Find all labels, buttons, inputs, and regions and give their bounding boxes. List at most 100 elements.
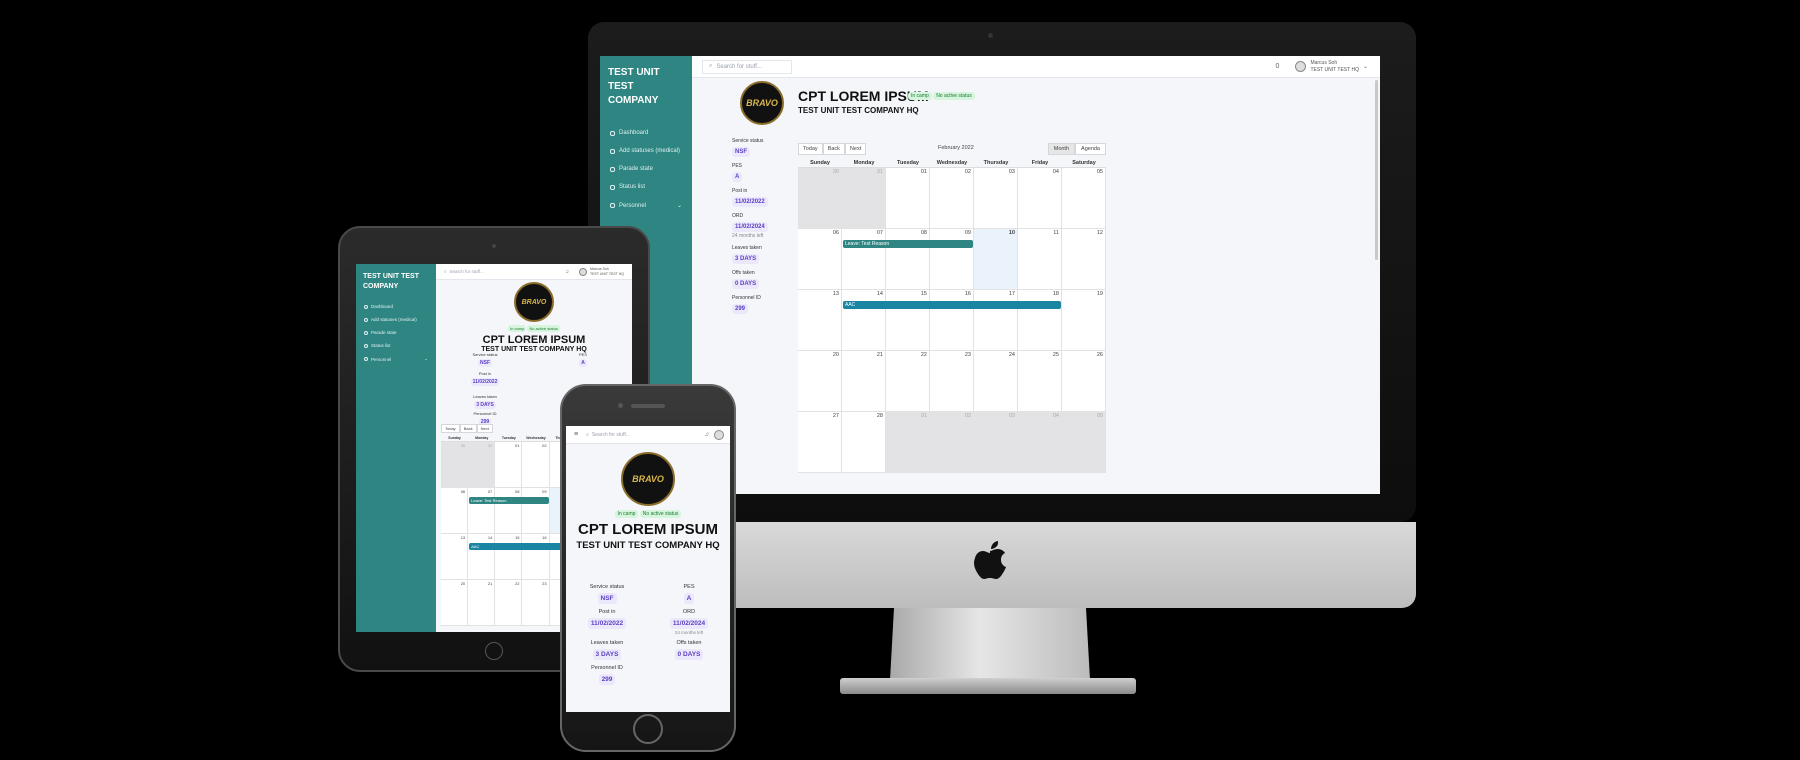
calendar-day-cell[interactable]: 09 (930, 229, 974, 289)
nav-dashboard[interactable]: Dashboard (600, 124, 692, 142)
calendar-day-cell[interactable]: 15 (886, 290, 930, 350)
calendar-day-cell[interactable]: 01 (886, 168, 930, 228)
nav-add-statuses[interactable]: Add statuses (medical) (356, 313, 436, 326)
search-box[interactable]: ⌕ Search for stuff... (444, 269, 484, 274)
calendar-day-cell[interactable]: 23 (522, 580, 550, 625)
notification-count[interactable]: 0 (1276, 63, 1280, 70)
user-info[interactable]: Marcus Soh TEST UNIT TEST HQ (590, 267, 624, 277)
calendar-day-cell[interactable]: 16 (930, 290, 974, 350)
calendar-day-cell[interactable]: 31 (842, 168, 886, 228)
calendar-day-cell[interactable]: 04 (1018, 168, 1062, 228)
back-button[interactable]: Back (459, 424, 477, 433)
bell-icon[interactable]: ♫ (705, 432, 710, 438)
calendar-day-cell[interactable]: 04 (1018, 412, 1062, 472)
calendar-day-cell[interactable]: 13 (798, 290, 842, 350)
calendar-day-cell[interactable]: 02 (522, 442, 550, 487)
calendar-day-cell[interactable]: 02 (930, 412, 974, 472)
device-mockup-stage: TEST UNIT TEST COMPANY Dashboard Add sta… (0, 0, 1800, 760)
menu-icon[interactable]: ≡ (574, 431, 578, 438)
calendar-day-cell[interactable]: 02 (930, 168, 974, 228)
calendar-day-cell[interactable]: 03 (974, 168, 1018, 228)
calendar-day-cell[interactable]: 07 (468, 488, 496, 533)
badge-status: No active status (527, 325, 560, 332)
next-button[interactable]: Next (844, 143, 867, 155)
calendar-day-cell[interactable]: 26 (1062, 351, 1106, 411)
calendar-day-cell[interactable]: 01 (886, 412, 930, 472)
list-icon (610, 184, 615, 190)
chevron-down-icon[interactable]: ⌄ (1363, 63, 1368, 70)
agenda-view-button[interactable]: Agenda (1075, 143, 1106, 155)
nav-add-statuses[interactable]: Add statuses (medical) (600, 142, 692, 160)
calendar-day-cell[interactable]: 22 (495, 580, 523, 625)
today-button[interactable]: Today (798, 143, 823, 155)
calendar-day-cell[interactable]: 05 (1062, 168, 1106, 228)
calendar-day-cell[interactable]: 21 (842, 351, 886, 411)
search-box[interactable]: ⌕ Search for stuff... (702, 59, 792, 74)
clipboard-icon (364, 330, 368, 335)
calendar-day-cell[interactable]: 15 (495, 534, 523, 579)
calendar-day-cell[interactable]: 25 (1018, 351, 1062, 411)
user-avatar-icon[interactable] (714, 429, 724, 440)
back-button[interactable]: Back (822, 143, 845, 155)
calendar-day-cell[interactable]: 07 (842, 229, 886, 289)
calendar-day-cell[interactable]: 06 (441, 488, 469, 533)
nav-parade-state[interactable]: Parade state (600, 160, 692, 178)
imac-stand-foot (840, 678, 1136, 694)
bell-icon[interactable]: ♫ (565, 269, 569, 275)
event-leave[interactable]: Leave: Test Reason (843, 239, 973, 248)
list-icon (364, 343, 368, 348)
event-aac[interactable]: AAC (843, 300, 1061, 309)
calendar-day-cell[interactable]: 11 (1018, 229, 1062, 289)
nav-personnel[interactable]: Personnel ⌄ (600, 196, 692, 215)
weekday-label: Tuesday (897, 160, 919, 166)
calendar-day-cell[interactable]: 14 (468, 534, 496, 579)
event-leave[interactable]: Leave: Test Reason (469, 497, 549, 504)
today-button[interactable]: Today (441, 424, 460, 433)
calendar-day-cell[interactable]: 30 (798, 168, 842, 228)
calendar-day-cell[interactable]: 28 (842, 412, 886, 472)
calendar-day-cell[interactable]: 01 (495, 442, 523, 487)
calendar-day-cell[interactable]: 23 (930, 351, 974, 411)
nav-status-list[interactable]: Status list (356, 339, 436, 352)
calendar-day-cell[interactable]: 21 (468, 580, 496, 625)
calendar-day-cell[interactable]: 24 (974, 351, 1018, 411)
calendar-day-cell[interactable]: 20 (798, 351, 842, 411)
calendar-day-cell[interactable]: 18 (1018, 290, 1062, 350)
nav-label: Personnel (619, 202, 647, 209)
nav-personnel[interactable]: Personnel ⌄ (356, 352, 436, 366)
calendar-day-cell[interactable]: 12 (1062, 229, 1106, 289)
calendar-day-cell[interactable]: 08 (495, 488, 523, 533)
calendar-day-cell[interactable]: 22 (886, 351, 930, 411)
calendar-day-cell[interactable]: 17 (974, 290, 1018, 350)
scrollbar[interactable] (1375, 80, 1378, 260)
calendar-day-cell[interactable]: 27 (798, 412, 842, 472)
search-input[interactable]: Search for stuff... (592, 432, 630, 438)
user-info[interactable]: Marcus Soh TEST UNIT TEST HQ (1310, 60, 1359, 74)
calendar-day-cell[interactable]: 31 (468, 442, 496, 487)
calendar-day-cell[interactable]: 19 (1062, 290, 1106, 350)
search-input[interactable]: Search for stuff... (450, 269, 484, 274)
nav-dashboard[interactable]: Dashboard (356, 300, 436, 313)
calendar-day-cell[interactable]: 13 (441, 534, 469, 579)
calendar-day-cell[interactable]: 09 (522, 488, 550, 533)
calendar-day-cell[interactable]: 08 (886, 229, 930, 289)
calendar-week-row: 30310102030405 (798, 168, 1106, 229)
calendar-day-cell[interactable]: 16 (522, 534, 550, 579)
month-view-button[interactable]: Month (1047, 143, 1076, 155)
calendar-day-cell[interactable]: 30 (441, 442, 469, 487)
search-input[interactable]: Search for stuff... (716, 64, 762, 70)
calendar-day-cell[interactable]: 05 (1062, 412, 1106, 472)
calendar-day-cell[interactable]: 20 (441, 580, 469, 625)
search-box[interactable]: ⌕ Search for stuff... (586, 432, 630, 438)
user-avatar-icon[interactable] (1295, 61, 1307, 72)
nav-parade-state[interactable]: Parade state (356, 326, 436, 339)
sidebar: TEST UNIT TEST COMPANY Dashboard Add sta… (356, 264, 436, 632)
next-button[interactable]: Next (476, 424, 493, 433)
calendar-day-cell[interactable]: 10 (974, 229, 1018, 289)
calendar-day-cell[interactable]: 03 (974, 412, 1018, 472)
weekday-label: Saturday (1072, 160, 1096, 166)
nav-status-list[interactable]: Status list (600, 178, 692, 196)
calendar-day-cell[interactable]: 14 (842, 290, 886, 350)
user-avatar-icon[interactable] (579, 267, 588, 276)
calendar-day-cell[interactable]: 06 (798, 229, 842, 289)
